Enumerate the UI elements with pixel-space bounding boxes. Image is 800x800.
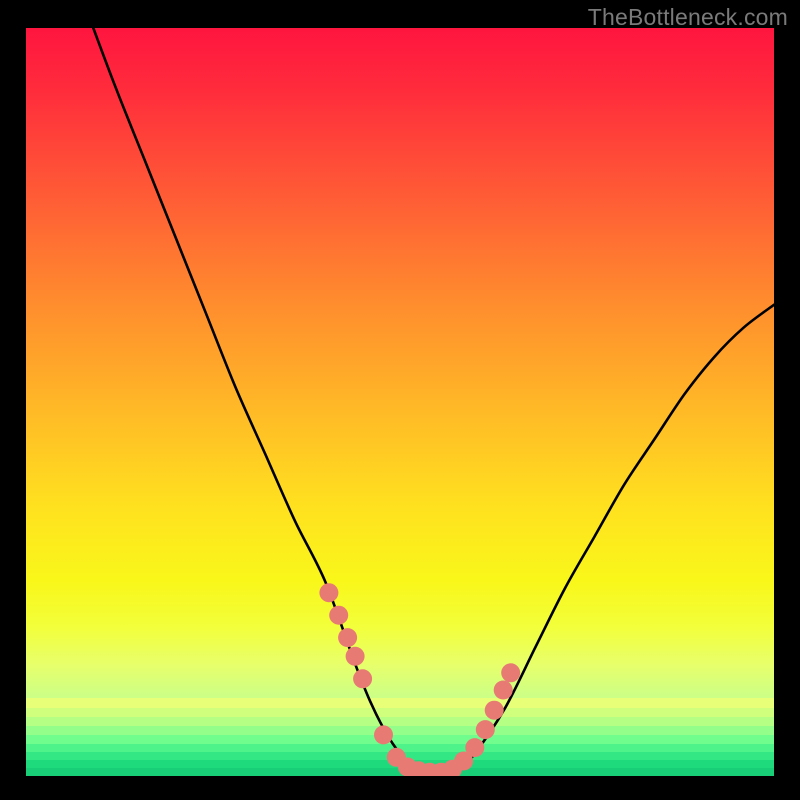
marker-dot: [476, 720, 495, 739]
marker-dot: [346, 647, 365, 666]
marker-dot: [501, 663, 520, 682]
chart-frame: TheBottleneck.com: [0, 0, 800, 800]
marker-dot: [494, 681, 513, 700]
curve-layer: [26, 28, 774, 776]
watermark-text: TheBottleneck.com: [588, 4, 788, 31]
marker-dot: [374, 725, 393, 744]
marker-dot: [338, 628, 357, 647]
marker-dot: [319, 583, 338, 602]
marker-group: [319, 583, 520, 776]
marker-dot: [353, 669, 372, 688]
marker-dot: [485, 701, 504, 720]
plot-area: [26, 28, 774, 776]
bottleneck-curve-path: [93, 28, 774, 773]
marker-dot: [329, 606, 348, 625]
marker-dot: [465, 738, 484, 757]
